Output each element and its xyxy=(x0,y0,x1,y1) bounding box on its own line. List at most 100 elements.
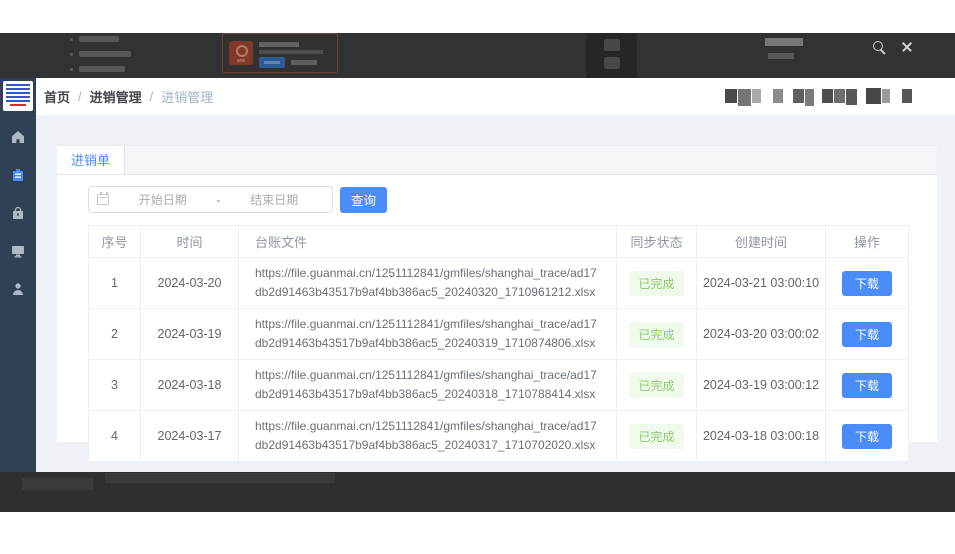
clipboard-icon[interactable] xyxy=(11,168,25,182)
download-button[interactable]: 下载 xyxy=(842,424,892,449)
content-area: 进销单 开始日期 - 结束日期 查询 xyxy=(36,115,955,472)
search-button[interactable]: 查询 xyxy=(340,187,387,213)
tab-bar: 进销单 xyxy=(57,145,937,175)
search-icon[interactable] xyxy=(873,41,883,51)
page-header: 首页 / 进销管理 / 进销管理 xyxy=(36,78,955,115)
date-range-input[interactable]: 开始日期 - 结束日期 xyxy=(88,186,333,213)
bag-icon[interactable] xyxy=(11,206,25,220)
dimmed-text xyxy=(291,60,317,65)
dimmed-glyph xyxy=(604,57,620,69)
censored-block xyxy=(773,89,783,103)
ledger-table: 序号 时间 台账文件 同步状态 创建时间 操作 1 2024-03-20 htt… xyxy=(88,225,909,462)
cell-action: 下载 xyxy=(826,360,909,411)
breadcrumb-home[interactable]: 首页 xyxy=(44,87,70,106)
cell-date: 2024-03-20 xyxy=(141,258,239,309)
cell-action: 下载 xyxy=(826,411,909,462)
bottom-white-strip xyxy=(0,512,955,554)
censored-block xyxy=(752,89,761,103)
censored-block xyxy=(846,89,857,105)
sidebar xyxy=(0,78,36,472)
breadcrumb-module[interactable]: 进销管理 xyxy=(90,87,142,106)
cell-index: 4 xyxy=(89,411,141,462)
cell-index: 3 xyxy=(89,360,141,411)
cell-created: 2024-03-18 03:00:18 xyxy=(697,411,826,462)
censored-block xyxy=(834,89,845,103)
table-row: 3 2024-03-18 https://file.guanmai.cn/125… xyxy=(89,360,909,411)
dimmed-text xyxy=(259,42,299,47)
status-badge: 已完成 xyxy=(629,373,683,398)
close-icon[interactable] xyxy=(901,41,913,53)
censored-user-info xyxy=(725,86,912,106)
dimmed-menu xyxy=(70,36,131,78)
cell-created: 2024-03-20 03:00:02 xyxy=(697,309,826,360)
breadcrumb-current: 进销管理 xyxy=(161,87,213,106)
app-logo[interactable] xyxy=(3,81,33,111)
cell-action: 下载 xyxy=(826,309,909,360)
cell-file: https://file.guanmai.cn/1251112841/gmfil… xyxy=(239,360,617,411)
censored-block xyxy=(805,89,814,106)
cell-file: https://file.guanmai.cn/1251112841/gmfil… xyxy=(239,258,617,309)
censored-block xyxy=(725,89,737,103)
dimmed-text xyxy=(259,50,323,54)
status-badge: 已完成 xyxy=(629,424,683,449)
download-button[interactable]: 下载 xyxy=(842,271,892,296)
cell-date: 2024-03-18 xyxy=(141,360,239,411)
censored-block xyxy=(793,89,804,103)
col-header-index: 序号 xyxy=(89,226,141,258)
table-row: 1 2024-03-20 https://file.guanmai.cn/125… xyxy=(89,258,909,309)
home-icon[interactable] xyxy=(11,130,25,144)
cell-index: 2 xyxy=(89,309,141,360)
calendar-icon xyxy=(97,194,109,205)
table-row: 4 2024-03-17 https://file.guanmai.cn/125… xyxy=(89,411,909,462)
cell-status: 已完成 xyxy=(617,360,697,411)
breadcrumb: 首页 / 进销管理 / 进销管理 xyxy=(44,78,213,115)
censored-block xyxy=(866,88,881,104)
table-row: 2 2024-03-19 https://file.guanmai.cn/125… xyxy=(89,309,909,360)
table-wrap: 序号 时间 台账文件 同步状态 创建时间 操作 1 2024-03-20 htt… xyxy=(88,225,937,462)
col-header-created: 创建时间 xyxy=(697,226,826,258)
cell-status: 已完成 xyxy=(617,258,697,309)
download-button[interactable]: 下载 xyxy=(842,322,892,347)
dimmed-menu-line xyxy=(70,51,131,57)
cell-date: 2024-03-17 xyxy=(141,411,239,462)
cell-file: https://file.guanmai.cn/1251112841/gmfil… xyxy=(239,411,617,462)
censored-block xyxy=(822,89,833,103)
user-icon[interactable] xyxy=(11,282,25,296)
col-header-status: 同步状态 xyxy=(617,226,697,258)
download-button[interactable]: 下载 xyxy=(842,373,892,398)
dimmed-sidebar xyxy=(586,33,637,78)
cell-status: 已完成 xyxy=(617,411,697,462)
screen: 首页 / 进销管理 / 进销管理 进销单 开始日期 - 结束日期 xyxy=(0,0,955,554)
start-date-placeholder[interactable]: 开始日期 xyxy=(113,191,213,208)
logo-mark xyxy=(6,84,30,102)
table-header-row: 序号 时间 台账文件 同步状态 创建时间 操作 xyxy=(89,226,909,258)
end-date-placeholder[interactable]: 结束日期 xyxy=(225,191,325,208)
top-white-strip xyxy=(0,0,955,33)
censored-block xyxy=(882,89,890,103)
col-header-file: 台账文件 xyxy=(239,226,617,258)
cell-created: 2024-03-21 03:00:10 xyxy=(697,258,826,309)
dimmed-app-icon xyxy=(229,41,253,65)
top-overlay-band xyxy=(0,33,955,78)
dimmed-title xyxy=(765,38,803,46)
breadcrumb-separator: / xyxy=(78,89,82,104)
dimmed-patch xyxy=(22,478,93,490)
tab-purchase-sale-list[interactable]: 进销单 xyxy=(57,146,125,174)
status-badge: 已完成 xyxy=(629,322,683,347)
dimmed-promo-card xyxy=(222,33,338,73)
cell-date: 2024-03-19 xyxy=(141,309,239,360)
sidebar-nav xyxy=(11,130,25,296)
cell-index: 1 xyxy=(89,258,141,309)
dimmed-subtitle xyxy=(768,53,794,59)
cell-status: 已完成 xyxy=(617,309,697,360)
censored-block xyxy=(902,89,912,103)
table-body: 1 2024-03-20 https://file.guanmai.cn/125… xyxy=(89,258,909,462)
dimmed-menu-line xyxy=(70,66,131,72)
dimmed-patch xyxy=(105,473,335,483)
monitor-icon[interactable] xyxy=(11,244,25,258)
range-separator: - xyxy=(213,193,225,207)
cell-file: https://file.guanmai.cn/1251112841/gmfil… xyxy=(239,309,617,360)
logo-sub-mark xyxy=(10,104,27,106)
filter-row: 开始日期 - 结束日期 查询 xyxy=(88,186,937,213)
breadcrumb-separator: / xyxy=(150,89,154,104)
